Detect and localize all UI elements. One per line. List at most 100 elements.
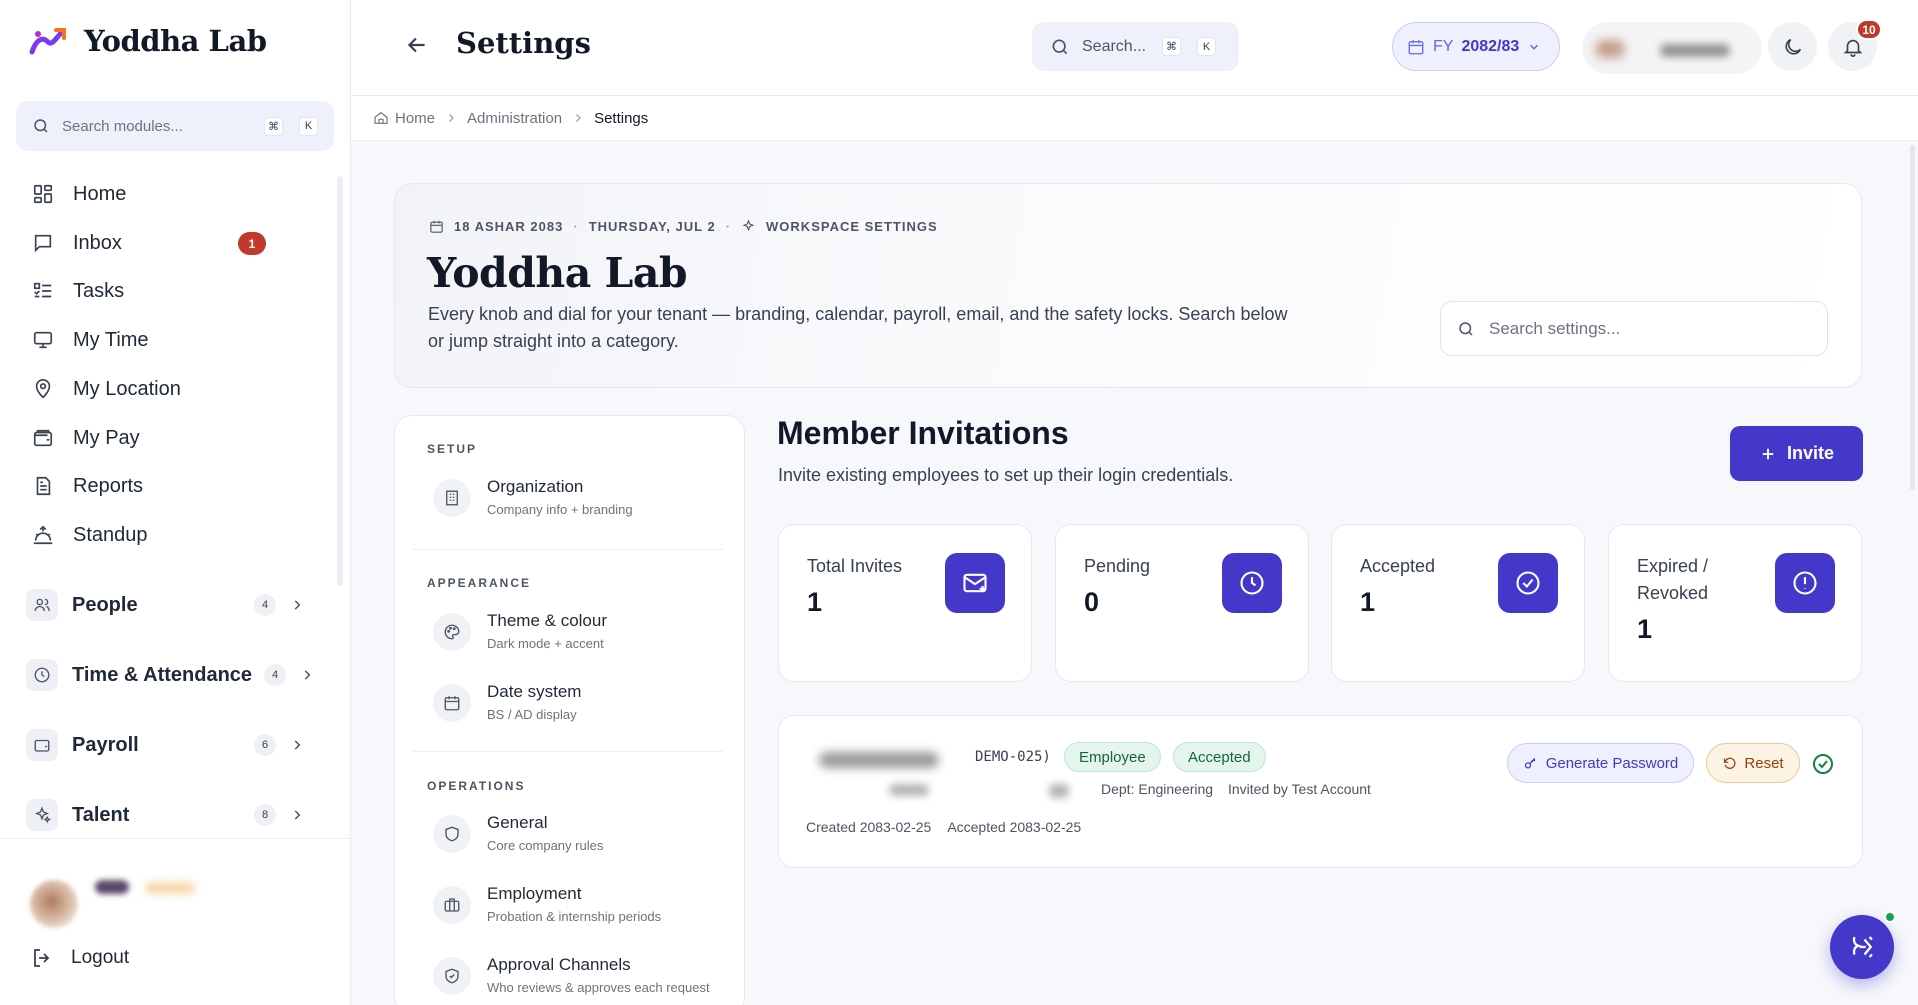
category-employment[interactable]: Employment Probation & internship periods: [433, 884, 661, 924]
calendar-icon: [429, 219, 444, 234]
dark-mode-toggle[interactable]: [1768, 22, 1817, 71]
sidebar-item-label: My Time: [73, 328, 149, 351]
clock-icon: [1222, 553, 1282, 613]
monitor-icon: [30, 327, 56, 353]
alert-circle-icon: [1775, 553, 1835, 613]
sidebar-group-people[interactable]: People 4: [26, 587, 316, 623]
search-icon: [1457, 320, 1475, 338]
sparkles-icon: [26, 799, 58, 831]
global-search-input[interactable]: Search... ⌘ K: [1032, 22, 1239, 71]
clock-icon: [26, 659, 58, 691]
sidebar-item-my-location[interactable]: My Location: [30, 374, 181, 404]
section-subtitle: Invite existing employees to set up thei…: [778, 465, 1234, 485]
mail-icon: [945, 553, 1005, 613]
sidebar-group-time-attendance[interactable]: Time & Attendance 4: [26, 657, 326, 693]
grid-icon: [30, 181, 56, 207]
category-title: Theme & colour: [487, 611, 607, 630]
calendar-icon: [1407, 38, 1425, 56]
sidebar-group-talent[interactable]: Talent 8: [26, 797, 316, 833]
settings-search-input[interactable]: Search settings...: [1440, 301, 1828, 356]
sidebar-item-standup[interactable]: Standup: [30, 520, 148, 550]
main-scrollbar[interactable]: [1910, 145, 1915, 490]
sidebar-item-label: My Location: [73, 377, 181, 400]
chevron-right-icon: [290, 598, 304, 612]
hero-date-bs: 18 ASHAR 2083: [454, 219, 564, 234]
sidebar-group-label: People: [72, 593, 138, 616]
invitee-department: Dept: Engineering: [1101, 781, 1214, 797]
category-heading-operations: OPERATIONS: [427, 779, 526, 793]
breadcrumb: Home Administration Settings: [351, 96, 1918, 141]
check-circle-icon: [1498, 553, 1558, 613]
settings-hero: 18 ASHAR 2083 · THURSDAY, JUL 2 · WORKSP…: [394, 183, 1862, 388]
category-approval-channels[interactable]: Approval Channels Who reviews & approves …: [433, 955, 710, 995]
stat-card-pending: Pending 0: [1055, 524, 1309, 682]
sidebar-item-tasks[interactable]: Tasks: [30, 276, 124, 306]
fiscal-year-select[interactable]: FY 2082/83: [1392, 22, 1560, 71]
sidebar-item-my-pay[interactable]: My Pay: [30, 423, 140, 453]
invitee-email-redacted: [889, 784, 929, 796]
online-indicator: [1884, 911, 1896, 923]
assistant-fab-button[interactable]: [1830, 915, 1894, 979]
fiscal-year-label: FY: [1433, 37, 1454, 55]
logout-icon: [30, 946, 54, 970]
breadcrumb-home[interactable]: Home: [395, 110, 435, 127]
sidebar-group-label: Time & Attendance: [72, 663, 253, 686]
sidebar-item-my-time[interactable]: My Time: [30, 325, 149, 355]
sidebar-group-payroll[interactable]: Payroll 6: [26, 727, 316, 763]
category-general[interactable]: General Core company rules: [433, 813, 603, 853]
chevron-right-icon: [445, 112, 457, 124]
divider: [413, 751, 723, 752]
status-badge: Accepted: [1173, 742, 1266, 772]
invitee-phone-redacted: [1049, 784, 1069, 798]
sidebar-item-label: My Pay: [73, 426, 140, 449]
category-date-system[interactable]: Date system BS / AD display: [433, 682, 581, 722]
category-title: General: [487, 813, 548, 832]
avatar[interactable]: [30, 880, 78, 928]
generate-password-button[interactable]: Generate Password: [1507, 743, 1694, 783]
stat-card-total: Total Invites 1: [778, 524, 1032, 682]
category-organization[interactable]: Organization Company info + branding: [433, 477, 633, 517]
back-button[interactable]: [404, 32, 430, 58]
sidebar-footer: [0, 838, 350, 839]
sidebar-scrollbar[interactable]: [337, 176, 343, 586]
logout-label: Logout: [71, 947, 130, 968]
reset-label: Reset: [1744, 754, 1784, 772]
category-theme-colour[interactable]: Theme & colour Dark mode + accent: [433, 611, 607, 651]
sidebar-item-label: Standup: [73, 523, 148, 546]
rotate-ccw-icon: [1722, 756, 1737, 771]
sunrise-icon: [30, 522, 56, 548]
module-search-input[interactable]: Search modules... ⌘ K: [16, 101, 334, 151]
stat-card-accepted: Accepted 1: [1331, 524, 1585, 682]
assistant-icon: [1847, 932, 1877, 962]
logout-button[interactable]: Logout: [30, 946, 129, 970]
sidebar-item-label: Home: [73, 182, 127, 205]
shield-icon: [433, 815, 471, 853]
sidebar-group-label: Payroll: [72, 733, 139, 756]
user-role-redacted: [145, 882, 195, 894]
wallet-icon: [30, 425, 56, 451]
reset-button[interactable]: Reset: [1706, 743, 1800, 783]
stat-label: Expired / Revoked: [1637, 556, 1709, 603]
sidebar-item-inbox[interactable]: Inbox: [30, 228, 122, 258]
sparkles-icon: [741, 219, 756, 234]
document-icon: [30, 473, 56, 499]
section-title: Member Invitations: [777, 415, 1069, 451]
hero-date-ad: THURSDAY, JUL 2: [588, 219, 716, 234]
created-date: Created 2083-02-25: [806, 819, 932, 835]
invite-button[interactable]: Invite: [1730, 426, 1863, 481]
hero-description: Every knob and dial for your tenant — br…: [428, 304, 1288, 351]
users-icon: [26, 589, 58, 621]
hero-title: Yoddha Lab: [427, 249, 688, 297]
plus-icon: [1759, 445, 1777, 463]
chevron-right-icon: [572, 112, 584, 124]
breadcrumb-administration[interactable]: Administration: [467, 110, 562, 127]
stat-value: 1: [1360, 587, 1376, 617]
sidebar-item-reports[interactable]: Reports: [30, 471, 143, 501]
sidebar-item-home[interactable]: Home: [30, 179, 126, 209]
wallet-icon: [26, 729, 58, 761]
list-check-icon: [30, 278, 56, 304]
page-title: Settings: [456, 26, 591, 60]
kbd-k: K: [299, 116, 318, 136]
brand[interactable]: Yoddha Lab: [28, 24, 267, 58]
stat-value: 0: [1084, 587, 1100, 617]
